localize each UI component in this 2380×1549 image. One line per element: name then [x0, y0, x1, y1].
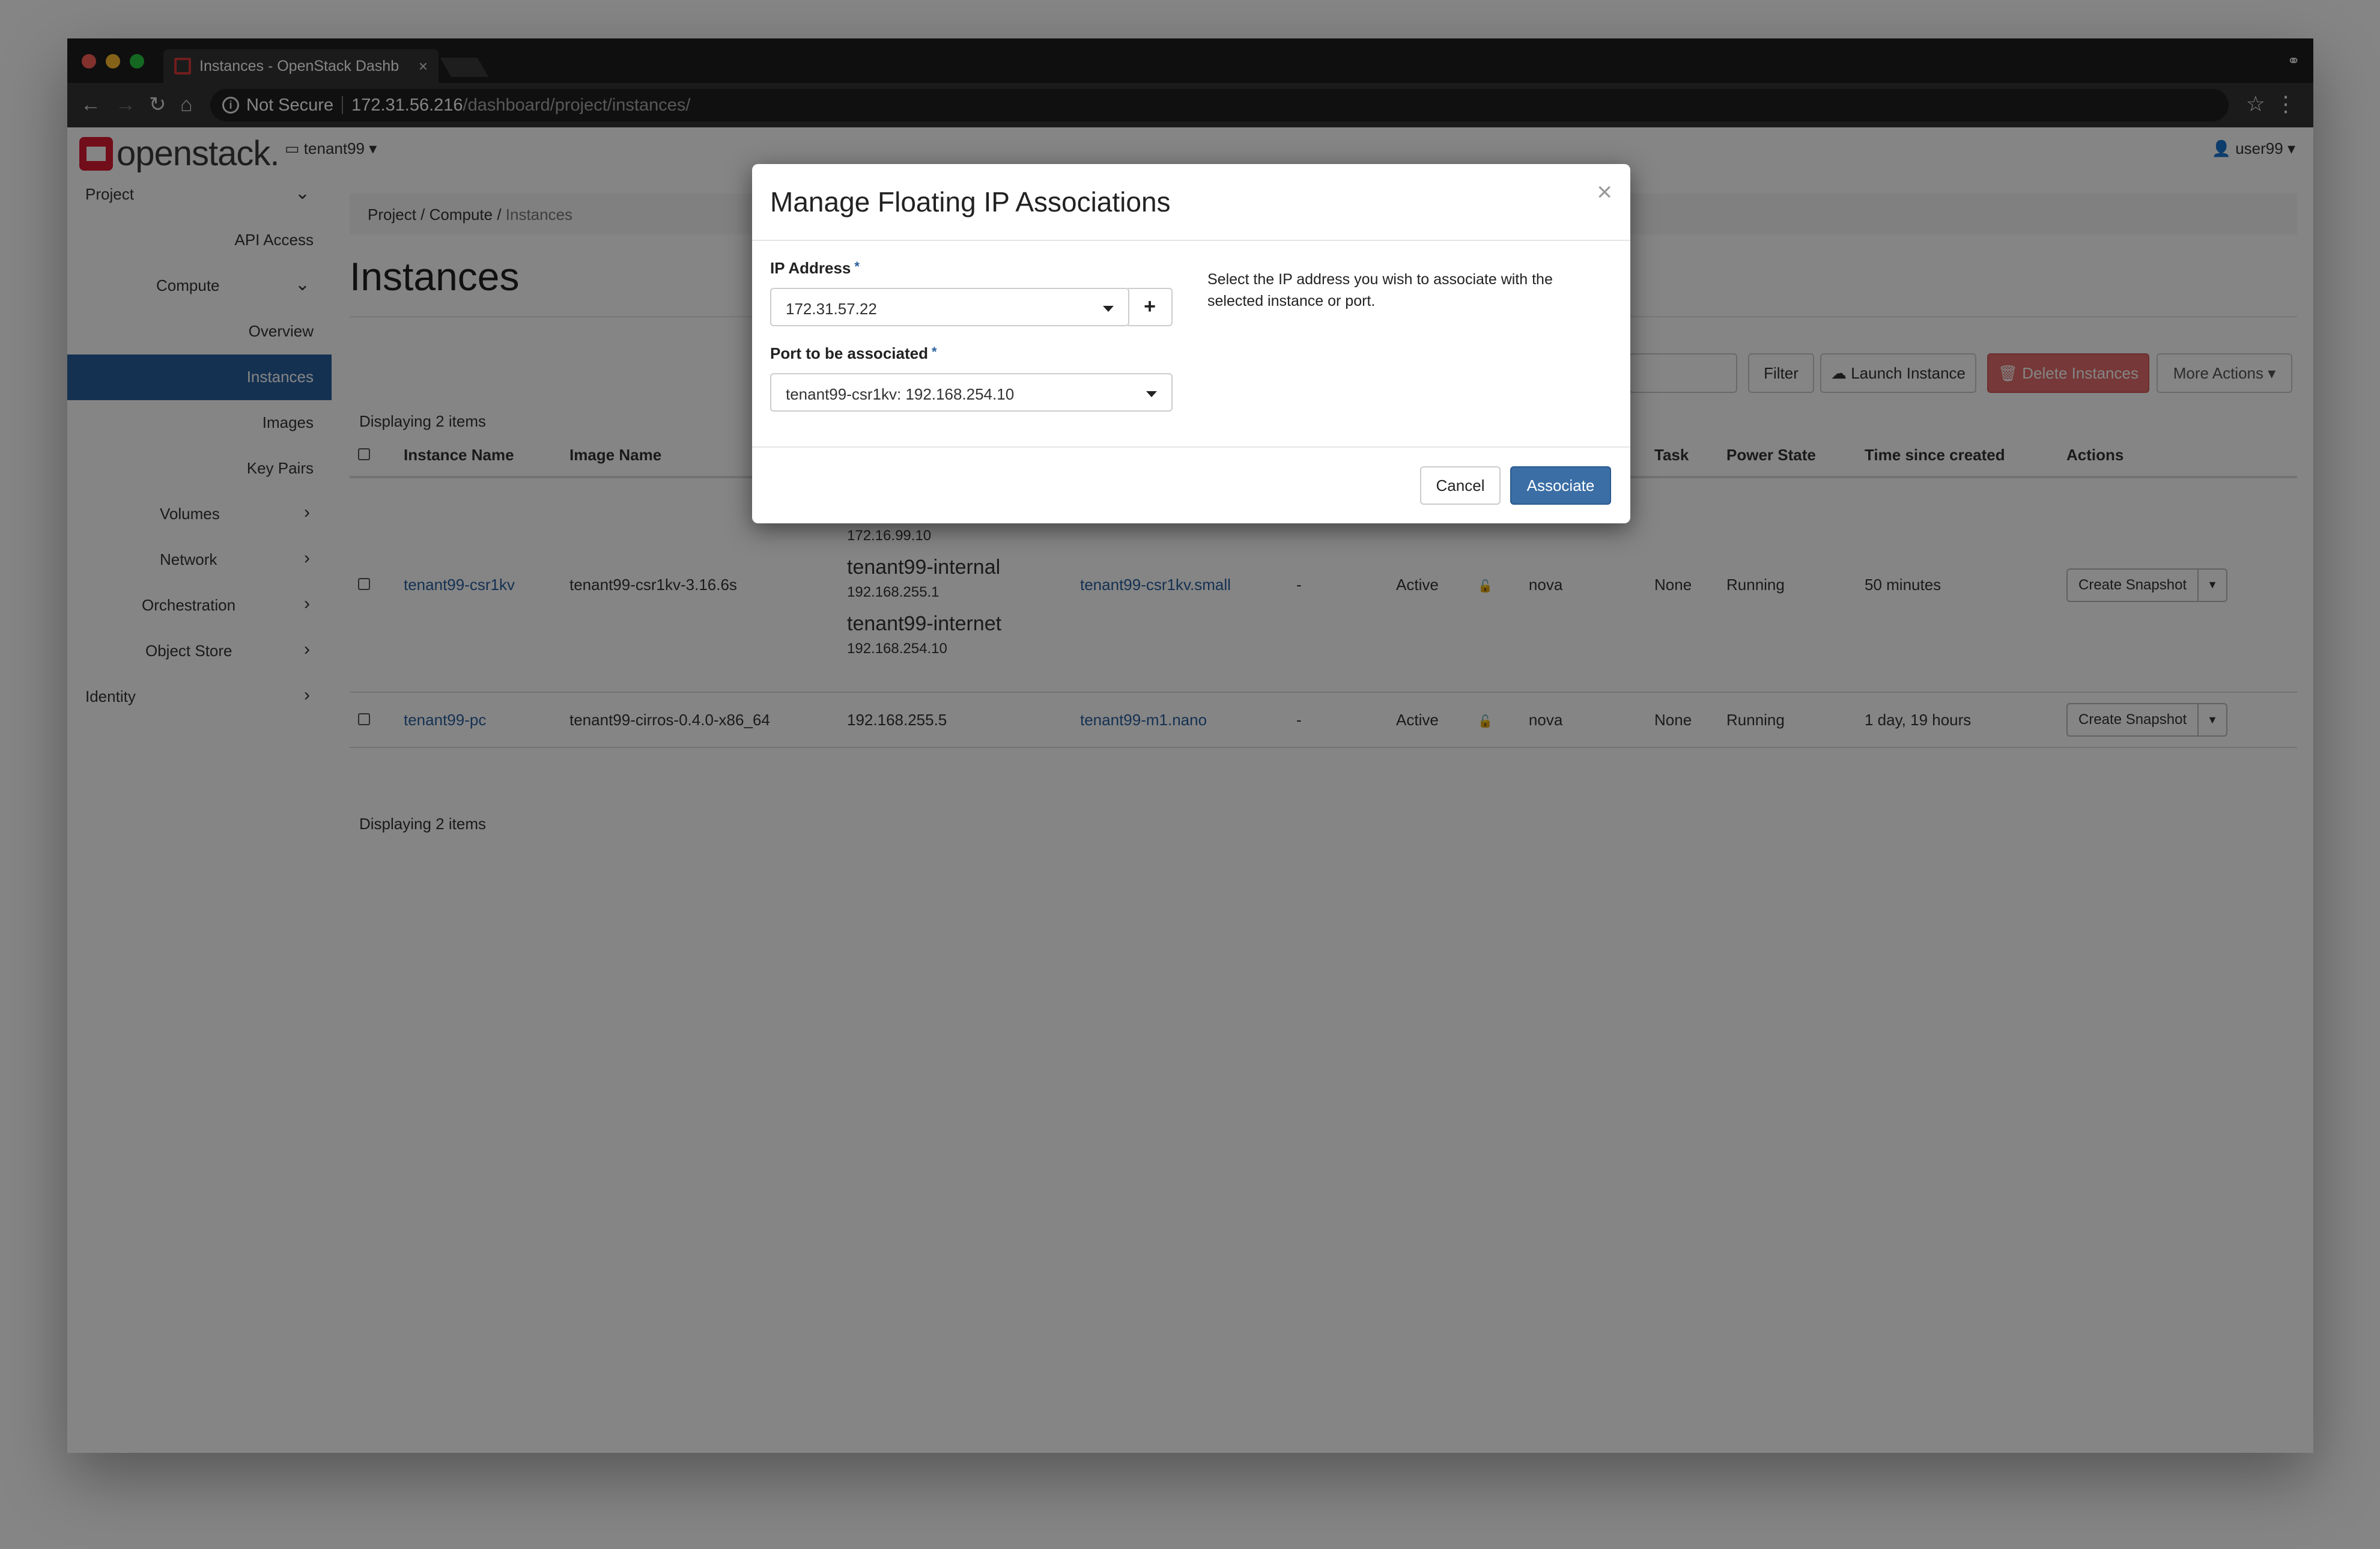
associate-button-label: Associate	[1526, 476, 1595, 495]
cancel-button[interactable]: Cancel	[1420, 466, 1501, 505]
required-marker: *	[854, 259, 860, 274]
floating-ip-modal: Manage Floating IP Associations × IP Add…	[752, 164, 1630, 523]
port-label: Port to be associated *	[770, 344, 937, 363]
caret-down-icon	[1103, 306, 1114, 312]
cancel-button-label: Cancel	[1436, 476, 1485, 495]
port-value: tenant99-csr1kv: 192.168.254.10	[786, 385, 1015, 403]
caret-down-icon	[1146, 391, 1157, 397]
required-marker: *	[931, 344, 937, 359]
ip-address-label-text: IP Address	[770, 259, 851, 277]
modal-header: Manage Floating IP Associations ×	[752, 164, 1630, 241]
help-text: Select the IP address you wish to associ…	[1207, 271, 1553, 309]
close-icon[interactable]: ×	[1597, 177, 1612, 207]
ip-address-select[interactable]: 172.31.57.22	[770, 288, 1129, 326]
modal-footer-divider	[752, 446, 1630, 448]
allocate-ip-button[interactable]: +	[1128, 288, 1173, 326]
ip-address-label: IP Address *	[770, 259, 860, 278]
modal-title: Manage Floating IP Associations	[770, 186, 1171, 218]
ip-address-value: 172.31.57.22	[786, 300, 877, 318]
associate-button[interactable]: Associate	[1510, 466, 1611, 505]
port-label-text: Port to be associated	[770, 344, 928, 362]
port-select[interactable]: tenant99-csr1kv: 192.168.254.10	[770, 373, 1173, 412]
